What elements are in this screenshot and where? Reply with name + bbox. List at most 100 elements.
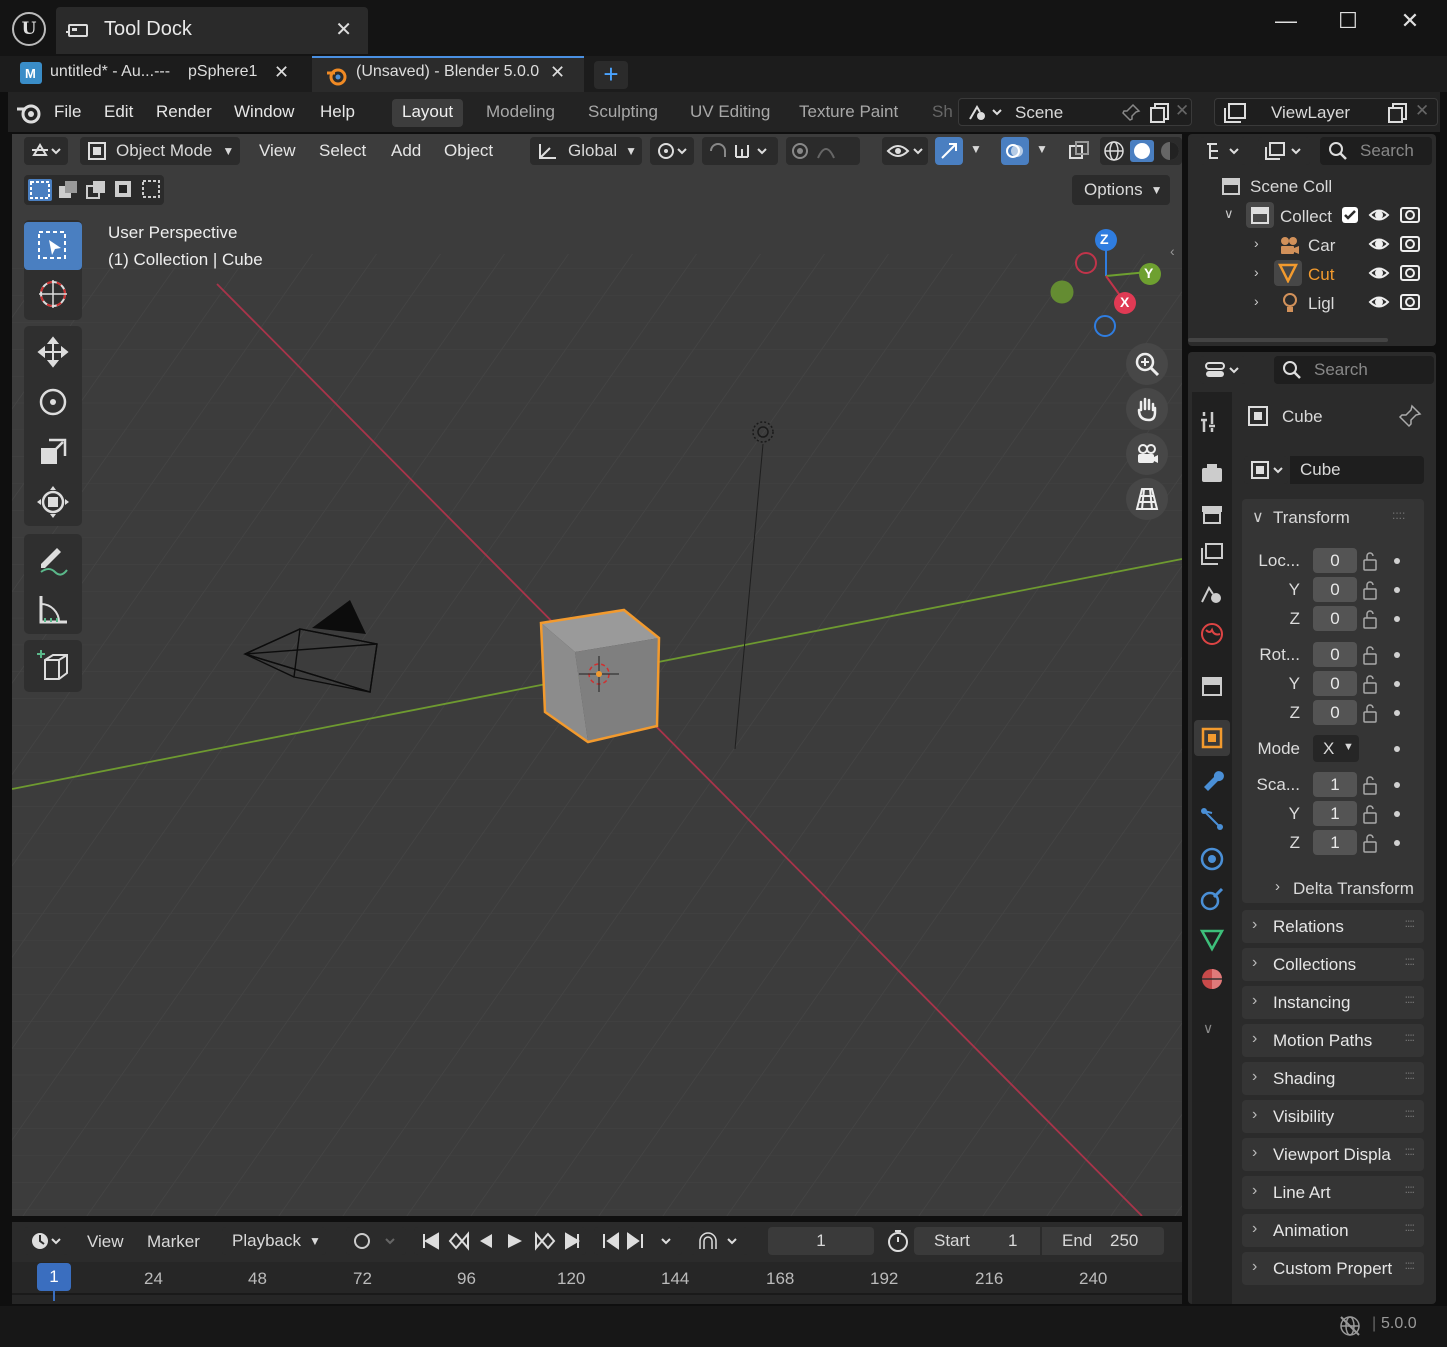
new-viewlayer-icon[interactable]	[1387, 102, 1409, 124]
datablock-browse-button[interactable]	[1244, 456, 1288, 484]
drag-grip-icon[interactable]: ::::	[1405, 954, 1415, 968]
outliner-search[interactable]: Search	[1320, 137, 1432, 165]
timeline-menu-view[interactable]: View	[87, 1232, 124, 1252]
maximize-icon[interactable]: ☐	[1328, 8, 1368, 38]
current-frame-field[interactable]: 1	[768, 1227, 874, 1255]
keyframe-dot[interactable]	[1394, 782, 1400, 788]
lock-icon[interactable]	[1362, 775, 1378, 795]
location-x-field[interactable]: 0	[1313, 548, 1357, 573]
delete-viewlayer-icon[interactable]: ✕	[1415, 101, 1429, 121]
lock-icon[interactable]	[1362, 703, 1378, 723]
scale-y-field[interactable]: 1	[1313, 801, 1357, 826]
keyframe-dot[interactable]	[1394, 681, 1400, 687]
perspective-toggle-button[interactable]	[1126, 478, 1168, 520]
keyframe-dot[interactable]	[1394, 558, 1400, 564]
transform-tool[interactable]	[24, 478, 82, 526]
keyframe-dot[interactable]	[1394, 587, 1400, 593]
close-tab-icon[interactable]: ✕	[274, 62, 289, 83]
close-tab-icon[interactable]: ✕	[550, 62, 565, 83]
lock-icon[interactable]	[1362, 551, 1378, 571]
new-tab-button[interactable]: +	[594, 61, 628, 89]
properties-search[interactable]: Search	[1274, 356, 1434, 384]
navigation-gizmo[interactable]: Z Y X	[1040, 226, 1170, 341]
menu-render[interactable]: Render	[156, 102, 212, 122]
start-frame-field[interactable]: Start 1	[914, 1227, 1040, 1255]
chevron-right-icon[interactable]: ›	[1275, 878, 1280, 895]
menu-edit[interactable]: Edit	[104, 102, 133, 122]
select-box-tool[interactable]	[24, 222, 82, 270]
lock-icon[interactable]	[1362, 645, 1378, 665]
viewport-menu-object[interactable]: Object	[444, 141, 493, 169]
constraints-tab-icon[interactable]	[1198, 885, 1226, 913]
outliner-scrollbar[interactable]	[1188, 338, 1388, 342]
viewlayer-selector[interactable]: ViewLayer ✕	[1214, 98, 1438, 126]
chevron-down-icon[interactable]: ▼	[970, 142, 982, 156]
material-tab-icon[interactable]	[1198, 965, 1226, 993]
drag-grip-icon[interactable]: ::::	[1405, 1030, 1415, 1044]
rotate-tool[interactable]	[24, 378, 82, 426]
collection-tab-icon[interactable]	[1198, 672, 1226, 700]
drag-grip-icon[interactable]: ::::	[1405, 1106, 1415, 1120]
chevron-right-icon[interactable]: ›	[1254, 235, 1259, 251]
drag-grip-icon[interactable]: ::::	[1405, 1182, 1415, 1196]
xray-toggle[interactable]	[1066, 138, 1092, 164]
shading-modes[interactable]	[1100, 137, 1182, 165]
visibility-dropdown[interactable]	[882, 137, 928, 165]
workspace-sculpting[interactable]: Sculpting	[578, 99, 668, 127]
close-window-icon[interactable]: ✕	[1390, 8, 1430, 38]
playback-controls[interactable]	[414, 1227, 586, 1255]
move-tool[interactable]	[24, 328, 82, 376]
panel-shading[interactable]: › Shading::::	[1242, 1062, 1424, 1095]
lock-icon[interactable]	[1362, 580, 1378, 600]
drag-grip-icon[interactable]: ::::	[1405, 1068, 1415, 1082]
measure-tool[interactable]	[24, 586, 82, 634]
scale-z-field[interactable]: 1	[1313, 830, 1357, 855]
panel-line-art[interactable]: › Line Art::::	[1242, 1176, 1424, 1209]
scale-x-field[interactable]: 1	[1313, 772, 1357, 797]
playback-dropdown[interactable]: Playback ▼	[222, 1227, 326, 1255]
drag-grip-icon[interactable]: ::::	[1405, 1258, 1415, 1272]
viewport-menu-view[interactable]: View	[259, 141, 296, 169]
3d-viewport[interactable]	[12, 134, 1182, 1216]
chevron-right-icon[interactable]: ›	[1254, 264, 1259, 280]
cube-object[interactable]	[539, 608, 661, 744]
viewport-menu-add[interactable]: Add	[391, 141, 421, 169]
scene-selector[interactable]: Scene ✕	[958, 98, 1192, 126]
close-dock-icon[interactable]: ✕	[335, 17, 352, 42]
end-frame-field[interactable]: End 250	[1042, 1227, 1164, 1255]
properties-editor-type[interactable]	[1200, 356, 1246, 384]
rotation-x-field[interactable]: 0	[1313, 642, 1357, 667]
drag-grip-icon[interactable]: ::::	[1392, 508, 1405, 522]
tab-maya-doc[interactable]: M untitled* - Au...--- pSphere1 ✕	[12, 56, 308, 92]
drag-grip-icon[interactable]: ::::	[1405, 1144, 1415, 1158]
minimize-icon[interactable]: —	[1266, 8, 1306, 38]
workspace-modeling[interactable]: Modeling	[476, 99, 565, 127]
chevron-down-icon[interactable]: ∨	[1252, 507, 1264, 527]
panel-visibility[interactable]: › Visibility::::	[1242, 1100, 1424, 1133]
workspace-texture-paint[interactable]: Texture Paint	[789, 99, 908, 127]
blender-logo-icon[interactable]	[16, 101, 42, 125]
cursor-tool[interactable]	[24, 270, 82, 318]
playhead[interactable]: 1	[37, 1263, 71, 1291]
drag-grip-icon[interactable]: ::::	[1405, 916, 1415, 930]
exclude-checkbox[interactable]	[1342, 207, 1358, 223]
workspace-shading[interactable]: Sh	[922, 99, 952, 127]
pivot-dropdown[interactable]	[650, 137, 694, 165]
annotate-tool[interactable]	[24, 536, 82, 584]
chevron-down-icon[interactable]: ∨	[1224, 206, 1234, 222]
scale-tool[interactable]	[24, 428, 82, 476]
physics-tab-icon[interactable]	[1198, 845, 1226, 873]
mode-dropdown[interactable]: Object Mode ▼	[80, 137, 240, 165]
gizmo-toggle[interactable]	[935, 137, 963, 165]
snap-toggle[interactable]	[702, 137, 778, 165]
keying-toggle[interactable]	[346, 1227, 406, 1255]
keyframe-dot[interactable]	[1394, 746, 1400, 752]
rotation-z-field[interactable]: 0	[1313, 700, 1357, 725]
modifier-tab-icon[interactable]	[1198, 765, 1226, 793]
workspace-layout[interactable]: Layout	[392, 99, 464, 127]
lock-icon[interactable]	[1362, 804, 1378, 824]
proportional-editing-toggle[interactable]	[786, 137, 860, 165]
rotation-mode-dropdown[interactable]: X ▼	[1313, 735, 1359, 762]
camera-view-button[interactable]	[1126, 433, 1168, 475]
panel-instancing[interactable]: › Instancing::::	[1242, 986, 1424, 1019]
